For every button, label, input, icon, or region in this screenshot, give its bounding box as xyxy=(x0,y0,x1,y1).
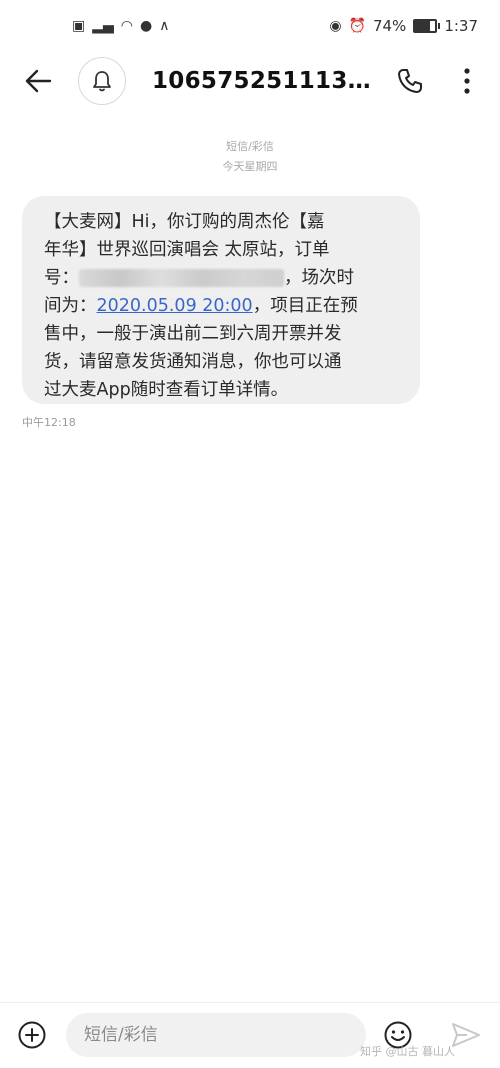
message-text: 间为： xyxy=(44,296,97,316)
plus-circle-icon xyxy=(18,1021,46,1049)
date-link[interactable]: 2020.05.09 20:00 xyxy=(97,296,253,316)
notification-icon: ∧ xyxy=(159,18,170,34)
message-line: 过大麦App随时查看订单详情。 xyxy=(44,380,289,400)
send-icon xyxy=(452,1023,480,1047)
conversation-toolbar: 10657525111312... xyxy=(0,52,500,110)
add-attachment-button[interactable] xyxy=(14,1017,50,1053)
call-button[interactable] xyxy=(390,61,430,101)
message-text: ，项目正在预 xyxy=(252,296,358,316)
message-line: 间为：2020.05.09 20:00，项目正在预 xyxy=(44,292,402,320)
status-bar-left: ▣ ▂▄ ◠ ● ∧ xyxy=(72,19,169,33)
battery-percent: 74% xyxy=(372,17,407,35)
watermark: 知乎 @山古 暮山人 xyxy=(360,1045,455,1058)
status-bar: ▣ ▂▄ ◠ ● ∧ ◉ ⏰ 74% 1:37 xyxy=(0,0,500,52)
message-line: 号： ，场次时 xyxy=(44,264,402,292)
more-options-button[interactable] xyxy=(452,61,482,101)
message-line: 【大麦网】Hi，你订购的周杰伦【嘉 xyxy=(44,212,325,232)
wifi-icon: ◠ xyxy=(120,18,133,34)
battery-fill xyxy=(415,21,431,31)
contact-title: 10657525111312... xyxy=(152,68,377,94)
sim-icon: ▣ xyxy=(72,18,86,34)
signal-icon: ▂▄ xyxy=(92,18,114,34)
message-line: 货，请留意发货通知消息，你也可以通 xyxy=(44,352,342,372)
notification-settings-button[interactable] xyxy=(78,57,126,105)
message-timestamp: 中午12:18 xyxy=(22,416,76,429)
message-text: ，场次时 xyxy=(284,268,354,288)
back-button[interactable] xyxy=(18,61,58,101)
message-bubble[interactable]: 【大麦网】Hi，你订购的周杰伦【嘉 年华】世界巡回演唱会 太原站，订单 号： ，场… xyxy=(22,196,420,404)
status-bar-right: ◉ ⏰ 74% 1:37 xyxy=(329,17,478,35)
message-type-label: 短信/彩信 xyxy=(226,140,274,153)
message-line: 年华】世界巡回演唱会 太原站，订单 xyxy=(44,240,330,260)
status-time: 1:37 xyxy=(444,17,478,35)
bell-icon xyxy=(93,71,111,92)
phone-icon xyxy=(398,69,422,93)
message-line: 售中，一般于演出前二到六周开票并发 xyxy=(44,324,342,344)
compose-bar: 知乎 @山古 暮山人 xyxy=(0,1002,500,1068)
alarm-icon: ⏰ xyxy=(348,18,366,34)
chat-icon: ● xyxy=(140,18,153,34)
battery-icon xyxy=(413,19,441,33)
more-vertical-icon xyxy=(464,68,470,94)
date-label: 今天星期四 xyxy=(222,160,278,173)
message-input[interactable] xyxy=(66,1013,366,1057)
message-text: 号： xyxy=(44,268,79,288)
back-arrow-icon xyxy=(25,69,52,93)
eye-icon: ◉ xyxy=(329,18,342,34)
redacted-order-number xyxy=(79,269,284,287)
